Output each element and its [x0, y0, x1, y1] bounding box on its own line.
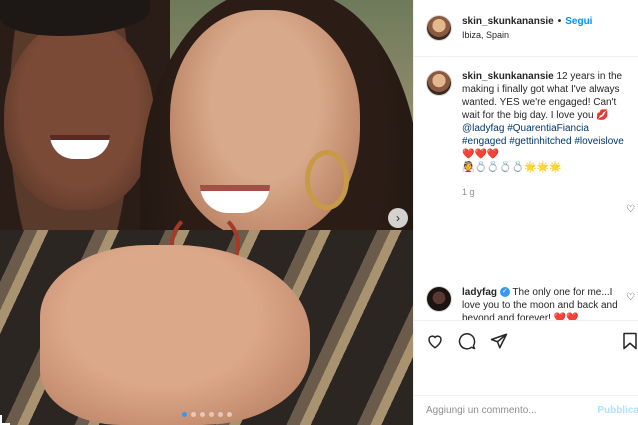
- photo-earring: [305, 150, 349, 210]
- carousel-dot: [199, 412, 205, 417]
- caption-hearts: ❤️❤️❤️: [462, 149, 500, 160]
- author-username[interactable]: skin_skunkanansie: [462, 16, 554, 27]
- follow-button[interactable]: Segui: [565, 16, 592, 27]
- caption-username[interactable]: skin_skunkanansie: [462, 71, 554, 82]
- comment-bubble-icon[interactable]: [458, 332, 476, 350]
- caption: skin_skunkanansie 12 years in the making…: [414, 58, 638, 199]
- comment-item: ladyfag ✓ The only one for me...I love y…: [426, 286, 636, 320]
- share-send-icon[interactable]: [490, 332, 508, 350]
- action-bar: [414, 320, 638, 360]
- caption-avatar[interactable]: [426, 70, 452, 96]
- caption-hashtag[interactable]: #QuarentiaFiancia: [507, 123, 589, 134]
- like-heart-icon[interactable]: [426, 332, 444, 350]
- commenter-avatar[interactable]: [426, 286, 452, 312]
- photo-corner-mark: [0, 415, 10, 425]
- publish-button[interactable]: Pubblica: [597, 405, 638, 416]
- like-comment-heart-icon[interactable]: ♡: [626, 292, 635, 303]
- carousel-dot: [217, 412, 223, 417]
- photo-person-left: [4, 20, 154, 210]
- caption-hashtag[interactable]: #gettinhitched: [509, 136, 571, 147]
- carousel-dot: [181, 412, 187, 417]
- carousel-dot: [208, 412, 214, 417]
- author-avatar[interactable]: [426, 15, 452, 41]
- carousel-dots: [0, 412, 413, 417]
- post-header: skin_skunkanansie • Segui Ibiza, Spain: [414, 0, 638, 57]
- caption-hashtag[interactable]: #loveislove: [574, 136, 623, 147]
- post-photo[interactable]: ›: [0, 0, 413, 425]
- caption-emoji-row: 👰💍💍💍💍🌟🌟🌟: [462, 162, 562, 173]
- comment-hearts: ❤️❤️: [553, 313, 579, 320]
- bookmark-icon[interactable]: [621, 332, 638, 350]
- carousel-dot: [226, 412, 232, 417]
- comment-input[interactable]: [426, 405, 586, 416]
- caption-hashtag[interactable]: #engaged: [462, 136, 507, 147]
- like-caption-heart-icon[interactable]: ♡: [626, 204, 635, 215]
- photo-hands: [40, 245, 310, 425]
- post-location[interactable]: Ibiza, Spain: [462, 30, 592, 40]
- comments-section[interactable]: skin_skunkanansie 12 years in the making…: [414, 58, 638, 320]
- follow-separator: •: [557, 16, 562, 27]
- post-sidebar: skin_skunkanansie • Segui Ibiza, Spain s…: [413, 0, 638, 425]
- caption-mention[interactable]: @ladyfag: [462, 123, 504, 134]
- caption-kiss-emoji: 💋: [596, 110, 609, 121]
- add-comment-bar: Pubblica: [414, 395, 638, 425]
- caption-time[interactable]: 1 g: [462, 186, 627, 199]
- verified-badge-icon: ✓: [499, 287, 510, 298]
- carousel-dot: [190, 412, 196, 417]
- commenter-username[interactable]: ladyfag: [462, 287, 497, 298]
- next-photo-arrow-icon[interactable]: ›: [388, 208, 408, 228]
